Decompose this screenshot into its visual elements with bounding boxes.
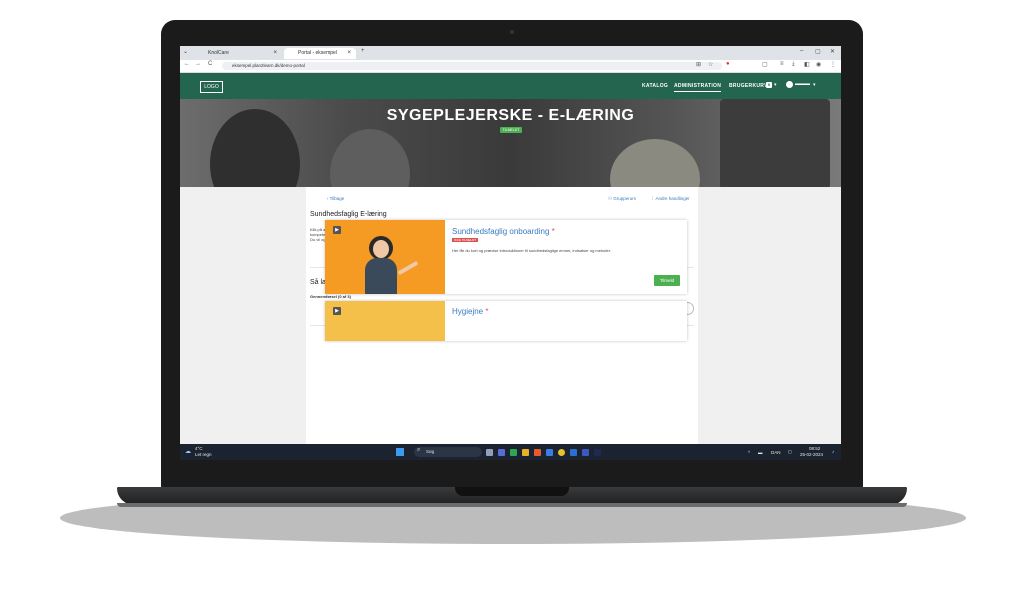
tab-portal[interactable]: Portal - eksempel × [284,48,356,59]
download-icon[interactable]: ⤓ [792,61,795,68]
progress-label: Gennemførsel (0 af 3) [310,294,351,299]
windows-start-icon[interactable] [396,448,404,456]
nav-brugerkurv[interactable]: BRUGERKURV [729,83,768,89]
tab-menu-icon[interactable]: ⌄ [183,48,188,55]
chevron-down-icon[interactable]: ▾ [774,82,777,88]
profile-icon[interactable]: ◉ [816,61,821,68]
enrolled-badge: TILMELDT [500,127,522,133]
chrome-icon[interactable] [558,449,565,456]
tab-label: Portal - eksempel [298,50,337,56]
chevron-up-icon[interactable]: ^ [748,450,750,455]
site-logo[interactable]: LOGO [200,81,223,93]
clock-time[interactable]: 08:52 [809,446,820,451]
forward-button[interactable]: → [195,61,201,67]
hero-title: SYGEPLEJERSKE - E-LÆRING [386,107,635,124]
teams-icon[interactable] [498,449,505,456]
play-icon[interactable]: ▶ [333,307,341,315]
course-image: ▶ [325,301,445,341]
chevron-down-icon[interactable]: ▾ [813,82,816,88]
outlook-icon[interactable] [546,449,553,456]
other-actions-label: Andre handlinger [655,196,690,201]
bookmark-star-icon[interactable]: ☆ [708,61,713,68]
speaker-icon[interactable]: ◻ [788,449,792,455]
course-card[interactable]: ▶ Hygiejne * [325,301,687,341]
reload-button[interactable]: C [208,61,212,67]
weather-temp[interactable]: 4°C [195,446,203,451]
sidepanel-icon[interactable]: ◧ [804,61,810,68]
required-marker: * [485,307,489,316]
search-icon: ⌕ [417,447,421,453]
word-icon[interactable] [570,449,577,456]
back-link[interactable]: ‹ Tilbage [327,196,344,201]
weather-desc[interactable]: Let regn [195,452,212,457]
more-menu-icon[interactable]: ⋮ [830,61,836,68]
user-name[interactable]: ▬▬▬ [795,81,810,87]
reading-list-icon[interactable]: ≡ [780,61,784,67]
close-icon[interactable]: × [347,48,351,59]
close-icon[interactable]: × [273,48,277,59]
network-icon[interactable]: ▬ [758,450,763,455]
close-window-button[interactable]: ✕ [830,48,835,55]
hero-person-shape [610,139,700,187]
group-link-label: Grupperum [613,196,637,201]
person-body-shape [365,258,397,294]
hero-person-shape [330,129,410,187]
url-text: eksempel.plan2learn.dk/demo-portal [232,63,305,68]
not-enrolled-badge: IKKE TILMELDT [452,238,479,242]
course-title-text: Hygiejne [452,307,484,316]
new-tab-button[interactable]: + [361,48,365,54]
course-card[interactable]: ▶ Sundhedsfaglig onboarding * IKKE TILME… [325,220,687,294]
back-button[interactable]: ← [184,61,190,67]
app-icon[interactable] [582,449,589,456]
photoshop-icon[interactable] [594,449,601,456]
required-marker: * [551,227,555,236]
person-face-shape [373,240,389,258]
excel-icon[interactable] [510,449,517,456]
course-title[interactable]: Sundhedsfaglig onboarding * [452,227,555,236]
cart-count-badge: 0 [766,82,772,88]
play-icon[interactable]: ▶ [333,226,341,234]
laptop-notch [455,487,569,496]
person-arm-shape [397,260,419,276]
user-avatar-icon[interactable] [786,81,793,88]
task-view-icon[interactable] [486,449,493,456]
screen: ⌄ Knol⁠Care × Portal - eksempel × + – ▢ … [180,46,841,460]
website: LOGO KATALOG ADMINISTRATION BRUGERKURV 0… [180,73,841,444]
tab-label: Knol⁠Care [208,50,229,56]
clock-date[interactable]: 25-02-2024 [800,452,823,457]
course-title-text: Sundhedsfaglig onboarding [452,227,550,236]
laptop-base-edge [117,503,907,507]
course-description: Her får du kort og præcise introduktione… [452,248,611,253]
taskbar-search[interactable]: Søg [414,447,482,457]
course-image: ▶ [325,220,445,294]
search-placeholder: Søg [426,449,435,454]
extension-icon[interactable]: ● [726,61,730,67]
nav-katalog[interactable]: KATALOG [642,83,668,89]
nav-administration[interactable]: ADMINISTRATION [674,83,722,92]
course-title[interactable]: Hygiejne * [452,307,489,316]
extensions-icon[interactable]: ▢ [762,61,768,68]
page-title: Sundhedsfaglig E-læring [310,211,387,218]
weather-icon[interactable]: ☁ [185,448,191,455]
url-input[interactable]: eksempel.plan2learn.dk/demo-portal [222,62,722,70]
group-link[interactable]: ⚇ Grupperum [608,196,636,202]
camera [510,30,514,34]
translate-icon[interactable]: ⊞ [696,61,701,68]
office-icon[interactable] [534,449,541,456]
minimize-button[interactable]: – [800,48,803,54]
tab-knolcare[interactable]: Knol⁠Care × [194,48,282,59]
file-explorer-icon[interactable] [522,449,529,456]
notification-bell-icon[interactable]: ♪ [832,449,834,454]
enroll-button[interactable]: Tilmeld [654,275,680,286]
language-indicator[interactable]: DAN [771,450,781,455]
other-actions-link[interactable]: ⋮ Andre handlinger [650,196,690,202]
maximize-button[interactable]: ▢ [815,48,821,55]
